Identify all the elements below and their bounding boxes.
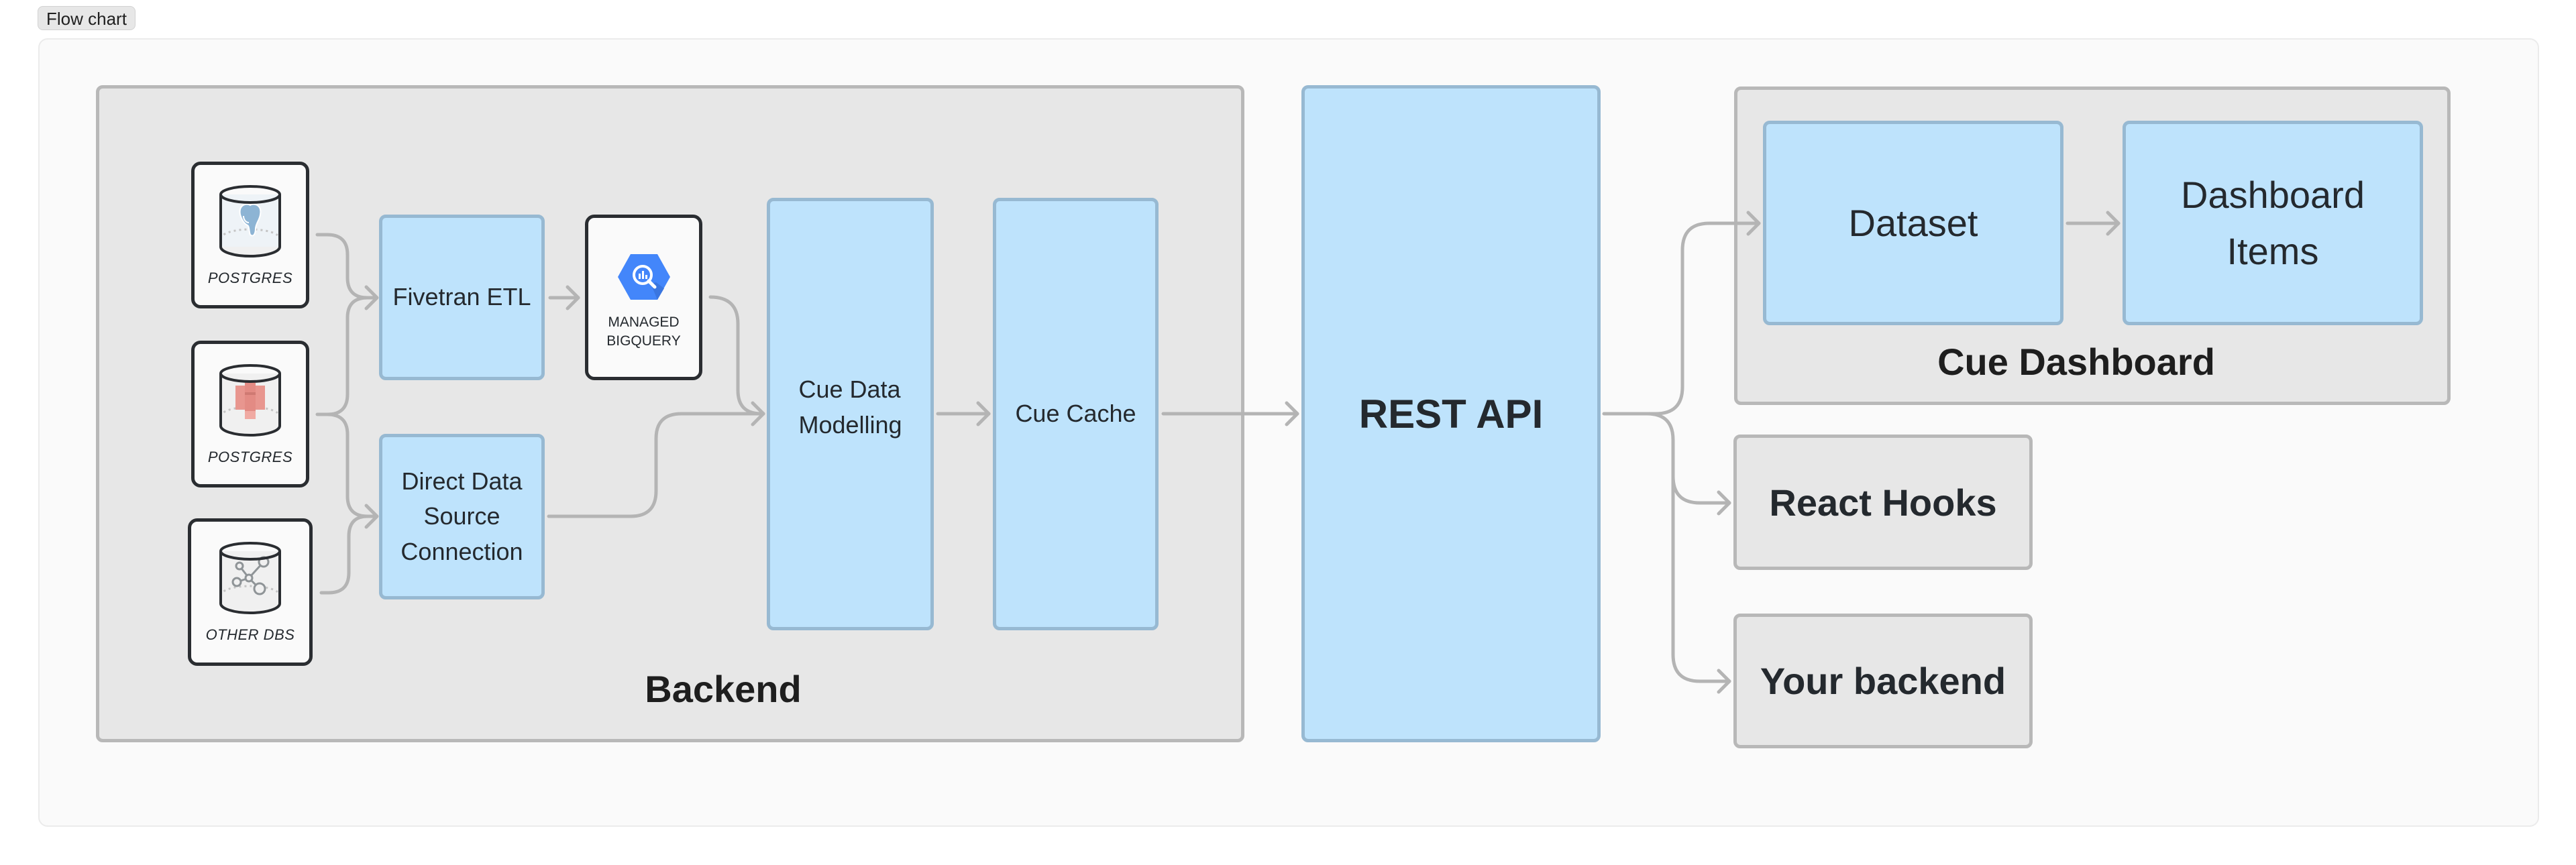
cue-data-modelling-label: Cue Data Modelling	[798, 376, 902, 439]
rest-api[interactable]: REST API	[1301, 85, 1601, 742]
backend-group-title: Backend	[645, 668, 802, 710]
your-backend[interactable]: Your backend	[1733, 614, 2033, 748]
fivetran-etl-label: Fivetran ETL	[392, 283, 531, 311]
direct-data-source-connection-label: Direct Data Source Connection	[400, 467, 523, 565]
other-dbs[interactable]: OTHER DBS	[188, 518, 313, 666]
dashboard-items[interactable]: Dashboard Items	[2123, 121, 2423, 325]
postgres-1-label: POSTGRES	[207, 270, 293, 286]
dashboard-items-label: Dashboard Items	[2181, 173, 2365, 272]
postgres-elephant-icon	[219, 185, 281, 257]
dataset-label: Dataset	[1848, 201, 1978, 244]
your-backend-label: Your backend	[1760, 660, 2006, 702]
dataset[interactable]: Dataset	[1763, 121, 2063, 325]
react-hooks[interactable]: React Hooks	[1733, 435, 2033, 570]
react-hooks-label: React Hooks	[1769, 481, 1997, 524]
postgres-1[interactable]: POSTGRES	[191, 162, 309, 308]
fivetran-etl[interactable]: Fivetran ETL	[379, 215, 545, 380]
direct-data-source-connection[interactable]: Direct Data Source Connection	[379, 434, 545, 599]
cue-cache[interactable]: Cue Cache	[993, 198, 1159, 630]
graph-network-icon	[219, 542, 281, 614]
managed-bigquery-label: MANAGED BIGQUERY	[606, 314, 681, 349]
managed-bigquery[interactable]: MANAGED BIGQUERY	[585, 215, 702, 380]
bigquery-icon	[617, 254, 670, 300]
cue-dashboard-group-title: Cue Dashboard	[1937, 341, 2215, 383]
aws-redshift-icon	[219, 364, 281, 437]
cue-cache-label: Cue Cache	[1015, 400, 1136, 428]
cue-data-modelling[interactable]: Cue Data Modelling	[767, 198, 934, 630]
flow-chart-tab[interactable]: Flow chart	[38, 6, 136, 30]
postgres-2-label: POSTGRES	[207, 449, 293, 465]
rest-api-label: REST API	[1358, 391, 1544, 437]
other-dbs-label: OTHER DBS	[205, 626, 295, 643]
postgres-2[interactable]: POSTGRES	[191, 341, 309, 487]
